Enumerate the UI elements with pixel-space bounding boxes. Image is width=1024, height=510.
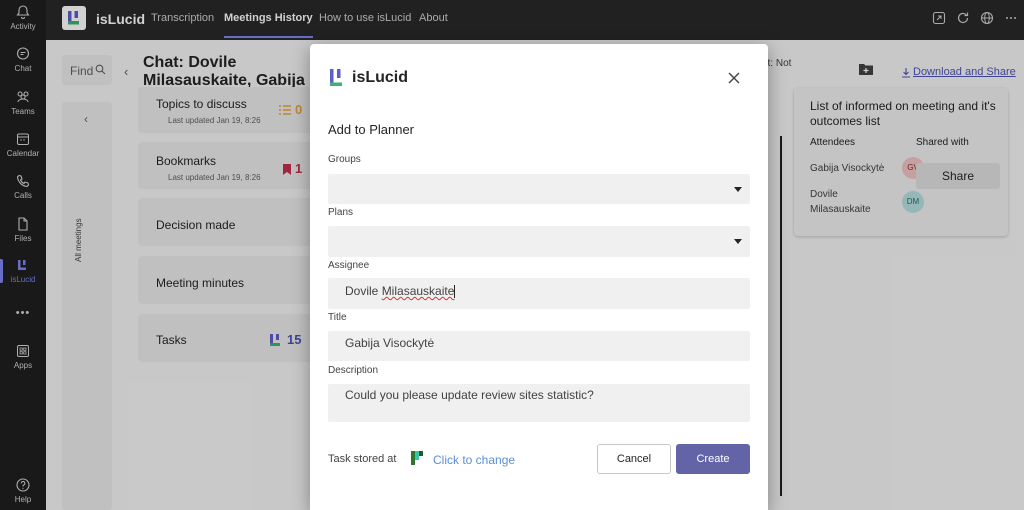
description-label: Description: [328, 365, 379, 376]
groups-label: Groups: [328, 154, 361, 165]
title-value: Gabija Visockytė: [345, 336, 435, 350]
close-icon[interactable]: [726, 70, 742, 86]
description-value: Could you please update review sites sta…: [345, 388, 594, 402]
assignee-first-name: Dovile: [345, 284, 382, 298]
islucid-logo-icon: [330, 69, 342, 86]
text-cursor: [454, 285, 456, 299]
description-field[interactable]: Could you please update review sites sta…: [328, 384, 750, 422]
dialog-brand: isLucid: [352, 69, 409, 86]
title-field[interactable]: Gabija Visockytė: [328, 331, 750, 361]
add-to-planner-dialog: isLucid Add to Planner Groups Plans Assi…: [310, 44, 768, 510]
chevron-down-icon: [734, 187, 742, 192]
assignee-last-name: Milasauskaite: [381, 284, 455, 298]
plans-select[interactable]: [328, 226, 750, 257]
chevron-down-icon: [734, 239, 742, 244]
planner-icon: [411, 451, 423, 465]
groups-select[interactable]: [328, 174, 750, 204]
title-label: Title: [328, 312, 347, 323]
plans-label: Plans: [328, 207, 354, 218]
create-button[interactable]: Create: [676, 444, 750, 474]
assignee-label: Assignee: [328, 260, 370, 271]
assignee-field[interactable]: Dovile Milasauskaite: [328, 278, 750, 309]
task-stored-label: Task stored at: [328, 453, 397, 465]
click-to-change-link[interactable]: Click to change: [433, 453, 515, 467]
dialog-heading: Add to Planner: [328, 122, 415, 137]
cancel-button[interactable]: Cancel: [597, 444, 671, 474]
